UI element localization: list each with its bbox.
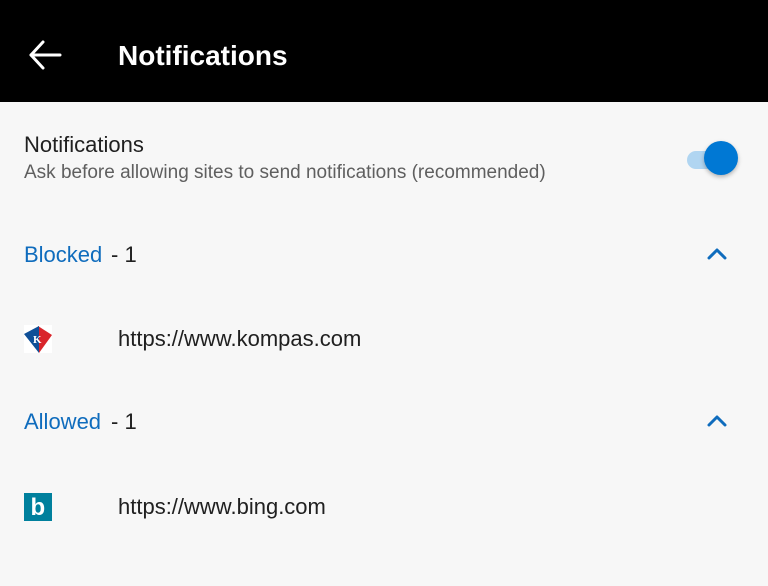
bing-favicon-icon: b — [24, 493, 52, 521]
blocked-site-row[interactable]: K https://www.kompas.com — [0, 306, 768, 372]
notifications-setting-title: Notifications — [24, 132, 144, 157]
allowed-collapse-button[interactable] — [701, 406, 733, 438]
notifications-setting-description: Ask before allowing sites to send notifi… — [24, 162, 546, 183]
blocked-section-header[interactable]: Blocked - 1 — [0, 228, 768, 284]
toggle-thumb — [704, 141, 738, 175]
kompas-favicon-letter: K — [33, 334, 42, 346]
allowed-section-label: Allowed — [24, 409, 102, 434]
allowed-site-row[interactable]: b https://www.bing.com — [0, 474, 768, 540]
blocked-section-label: Blocked — [24, 242, 103, 267]
notifications-setting-row[interactable]: Notifications Ask before allowing sites … — [0, 102, 768, 214]
allowed-site-url: https://www.bing.com — [118, 494, 326, 519]
site-settings-notifications-page: Notifications Notifications Ask before a… — [0, 0, 768, 586]
bing-favicon-letter: b — [31, 494, 46, 521]
allowed-section-count: - 1 — [111, 409, 137, 434]
app-bar: Notifications — [0, 0, 768, 102]
blocked-section-count: - 1 — [111, 242, 137, 267]
arrow-left-icon — [29, 40, 62, 70]
notifications-toggle[interactable] — [684, 140, 740, 178]
page-title: Notifications — [118, 40, 288, 71]
chevron-up-icon — [707, 248, 727, 260]
back-button[interactable] — [18, 28, 72, 82]
kompas-favicon-icon: K — [24, 325, 52, 353]
blocked-collapse-button[interactable] — [701, 239, 733, 271]
allowed-section-header[interactable]: Allowed - 1 — [0, 395, 768, 451]
blocked-site-url: https://www.kompas.com — [118, 326, 362, 351]
chevron-up-icon — [707, 415, 727, 427]
